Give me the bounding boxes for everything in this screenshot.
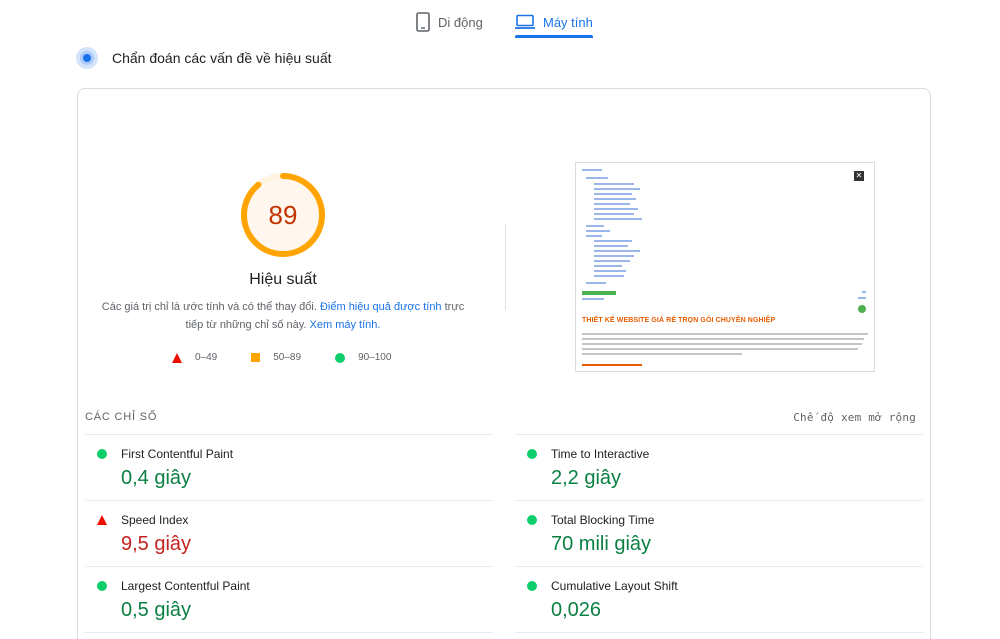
score-legend: 0–49 50–89 90–100 [172,352,425,363]
metric-value: 9,5 giây [121,533,192,555]
metric-value: 0,5 giây [121,599,192,621]
metric-divider [515,632,923,639]
metric-label: Total Blocking Time [551,513,655,527]
metric-speed-index: Speed Index 9,5 giây [85,500,493,566]
tab-mobile[interactable]: Di động [416,6,483,38]
active-tab-indicator [515,35,593,38]
vertical-divider [505,224,506,310]
legend-range: 50–89 [273,352,302,363]
section-header: Chẩn đoán các vấn đề về hiệu suất [76,47,332,69]
metric-value: 2,2 giây [551,467,622,489]
thumbnail-headline: THIẾT KẾ WEBSITE GIÁ RẺ TRỌN GÓI CHUYÊN … [582,317,776,324]
performance-title: Hiệu suất [249,271,317,288]
legend-item-average: 50–89 [251,352,301,363]
metric-label: First Contentful Paint [121,447,234,461]
metric-value: 0,4 giây [121,467,192,489]
legend-item-poor: 0–49 [172,352,217,363]
final-screenshot: ✕ THIẾT KẾ WEBSITE GIÁ RẺ TRỌN GÓI CHUYÊ… [575,162,875,372]
desc-text-1: Các giá trị chỉ là ước tính và có thể th… [101,301,320,313]
good-circle-icon [527,515,537,525]
square-icon [251,353,261,362]
poor-triangle-icon [97,515,107,525]
expand-view-toggle[interactable]: Chế độ xem mở rộng [793,411,916,424]
metric-value: 70 mili giây [551,533,652,555]
good-circle-icon [97,581,107,591]
metric-cumulative-layout-shift: Cumulative Layout Shift 0,026 [515,566,923,632]
good-circle-icon [527,581,537,591]
close-icon: ✕ [854,171,864,181]
section-title: Chẩn đoán các vấn đề về hiệu suất [112,50,332,66]
metric-value: 0,026 [551,599,602,621]
smartphone-icon [416,12,430,32]
score-calc-link[interactable]: Điểm hiệu quả được tính [320,301,442,313]
performance-description: Các giá trị chỉ là ước tính và có thể th… [100,298,466,334]
legend-range: 90–100 [358,352,392,363]
metric-label: Largest Contentful Paint [121,579,250,593]
metrics-heading: CÁC CHỈ SỐ [85,411,158,423]
status-dot [858,305,866,313]
legend-range: 0–49 [195,352,218,363]
laptop-icon [515,14,535,29]
calculator-link[interactable]: Xem máy tính. [310,319,381,331]
metric-first-contentful-paint: First Contentful Paint 0,4 giây [85,434,493,500]
good-circle-icon [97,449,107,459]
metric-largest-contentful-paint: Largest Contentful Paint 0,5 giây [85,566,493,632]
tab-desktop[interactable]: Máy tính [515,6,593,38]
diagnostics-icon [76,47,98,69]
circle-icon [335,352,346,363]
metric-total-blocking-time: Total Blocking Time 70 mili giây [515,500,923,566]
metric-label: Time to Interactive [551,447,650,461]
good-circle-icon [527,449,537,459]
metric-divider [85,632,493,639]
triangle-icon [172,352,182,363]
legend-item-good: 90–100 [335,352,391,363]
metric-label: Speed Index [121,513,189,527]
tab-desktop-label: Máy tính [543,14,593,30]
metric-time-to-interactive: Time to Interactive 2,2 giây [515,434,923,500]
metric-label: Cumulative Layout Shift [551,579,678,593]
tab-mobile-label: Di động [438,14,483,30]
device-tabs: Di động Máy tính [0,0,1000,40]
performance-score: 89 [268,199,298,230]
